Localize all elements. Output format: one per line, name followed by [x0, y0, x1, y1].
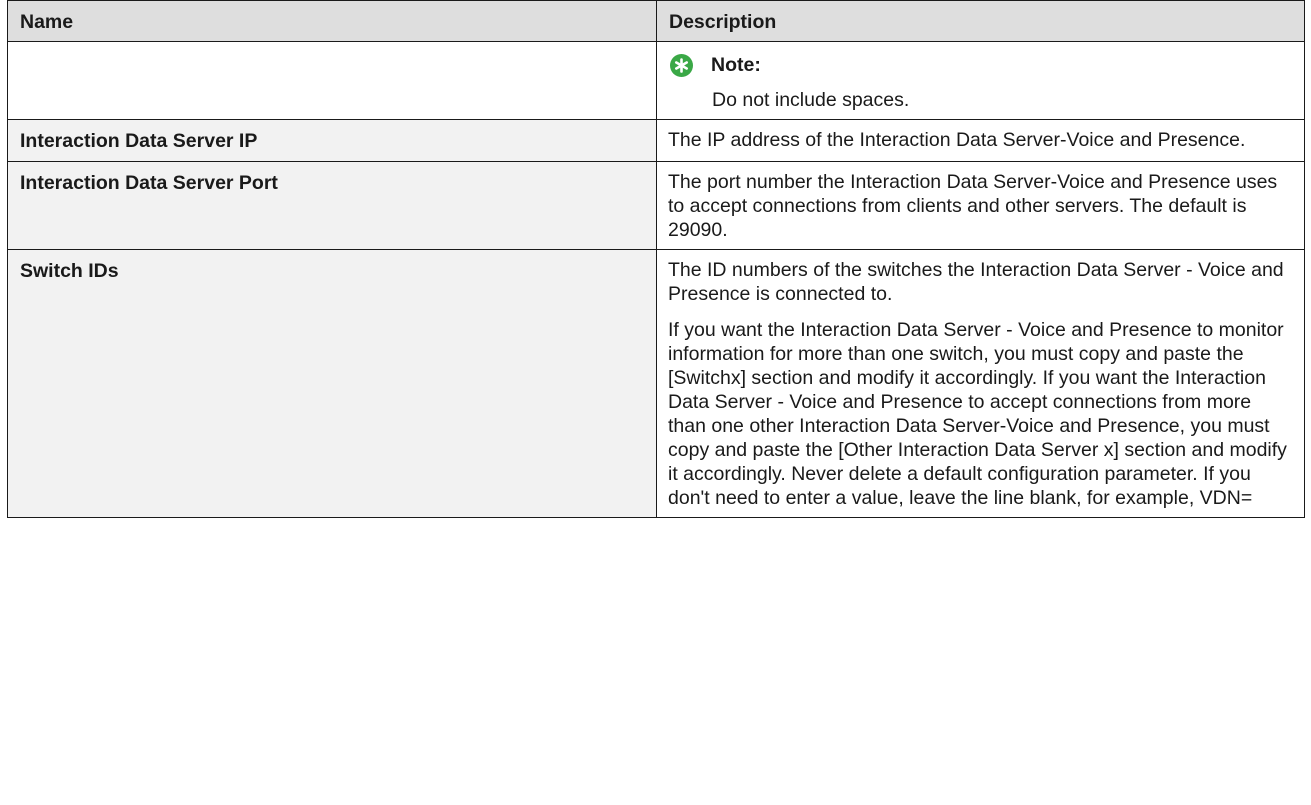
column-header-name: Name	[7, 0, 657, 42]
name-cell: Interaction Data Server IP	[7, 119, 657, 162]
name-cell-empty	[7, 41, 657, 120]
description-cell: The ID numbers of the switches the Inter…	[656, 249, 1305, 518]
description-text: The port number the Interaction Data Ser…	[668, 171, 1278, 241]
description-cell: The IP address of the Interaction Data S…	[656, 119, 1305, 162]
name-cell: Interaction Data Server Port	[7, 161, 657, 250]
name-cell: Switch IDs	[7, 249, 657, 518]
column-header-description: Description	[656, 0, 1305, 42]
description-text: If you want the Interaction Data Server …	[668, 319, 1287, 509]
table-row: Interaction Data Server IP The IP addres…	[7, 119, 1305, 162]
table-row: Switch IDs The ID numbers of the switche…	[7, 249, 1305, 518]
note-heading: Note:	[668, 50, 1292, 80]
table-row: Interaction Data Server Port The port nu…	[7, 161, 1305, 250]
description-text: The IP address of the Interaction Data S…	[668, 129, 1246, 151]
description-text: The ID numbers of the switches the Inter…	[668, 259, 1284, 305]
note-label: Note:	[711, 54, 761, 76]
star-note-icon	[670, 53, 693, 77]
description-cell-note: Note: Do not include spaces.	[656, 41, 1305, 120]
note-text: Do not include spaces.	[712, 89, 910, 111]
table-row-note: Note: Do not include spaces.	[7, 41, 1305, 120]
header-row: Name Description	[7, 0, 1305, 42]
parameter-table: Name Description Note: Do not include sp…	[7, 0, 1305, 518]
description-cell: The port number the Interaction Data Ser…	[656, 161, 1305, 250]
